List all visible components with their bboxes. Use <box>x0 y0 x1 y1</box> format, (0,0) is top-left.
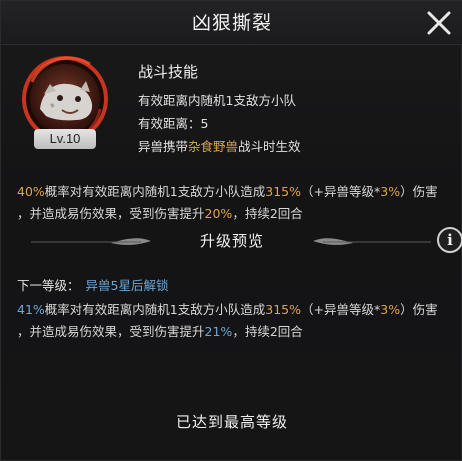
condition-suffix: 战斗时生效 <box>238 139 301 154</box>
condition-beast: 杂食野兽 <box>188 139 239 154</box>
panel-title: 凶狠撕裂 <box>191 12 272 34</box>
current-line2b: ，持续2回合 <box>232 206 303 221</box>
skill-range: 有效距离：5 <box>138 113 208 132</box>
skill-type: 战斗技能 <box>138 63 199 81</box>
current-effect-description: 40%概率对有效距离内随机1支敌方小队造成315%（+异兽等级*3%）伤害 ，并… <box>17 181 449 225</box>
next-part1: 概率对有效距离内随机1支敌方小队造成 <box>44 302 266 317</box>
skill-detail-panel: 凶狠撕裂 Lv.10 战斗技能 有效距离内随机1支敌方小队 有效距离：5 异兽携… <box>0 0 462 461</box>
max-level-notice: 已达到最高等级 <box>175 413 288 431</box>
current-part1: 概率对有效距离内随机1支敌方小队造成 <box>44 184 266 199</box>
next-effect-description: 41%概率对有效距离内随机1支敌方小队造成315%（+异兽等级*3%）伤害 ，并… <box>17 299 449 343</box>
upgrade-preview-title: 升级预览 <box>199 232 264 250</box>
next-level-row: 下一等级： 异兽5星后解锁 <box>17 275 168 294</box>
info-icon[interactable]: i <box>437 227 462 253</box>
condition-prefix: 异兽携带 <box>138 139 189 154</box>
skill-target: 有效距离内随机1支敌方小队 <box>138 93 296 108</box>
range-value: 5 <box>200 116 209 131</box>
current-part3: ）伤害 <box>400 184 438 199</box>
next-part3: ）伤害 <box>400 302 438 317</box>
current-damage: 315% <box>265 184 302 199</box>
current-chance: 40% <box>17 184 45 199</box>
current-scale: 3% <box>380 184 401 199</box>
close-icon[interactable] <box>425 9 453 37</box>
next-level-unlock: 异兽5星后解锁 <box>85 278 169 293</box>
next-line2b: ，持续2回合 <box>232 324 303 339</box>
next-chance: 41% <box>17 302 45 317</box>
current-part2: （+异兽等级* <box>301 184 381 199</box>
next-level-label: 下一等级： <box>17 278 80 293</box>
current-vuln: 20% <box>204 206 233 221</box>
next-scale: 3% <box>380 302 401 317</box>
current-line2a: ，并造成易伤效果，受到伤害提升 <box>17 206 205 221</box>
next-damage: 315% <box>265 302 302 317</box>
skill-condition: 异兽携带杂食野兽战斗时生效 <box>138 136 301 155</box>
next-line2a: ，并造成易伤效果，受到伤害提升 <box>17 324 205 339</box>
range-label: 有效距离： <box>138 116 201 131</box>
next-part2: （+异兽等级* <box>301 302 381 317</box>
panel-header: 凶狠撕裂 <box>1 1 462 45</box>
next-vuln: 21% <box>204 324 233 339</box>
skill-level-badge: Lv.10 <box>34 129 96 149</box>
